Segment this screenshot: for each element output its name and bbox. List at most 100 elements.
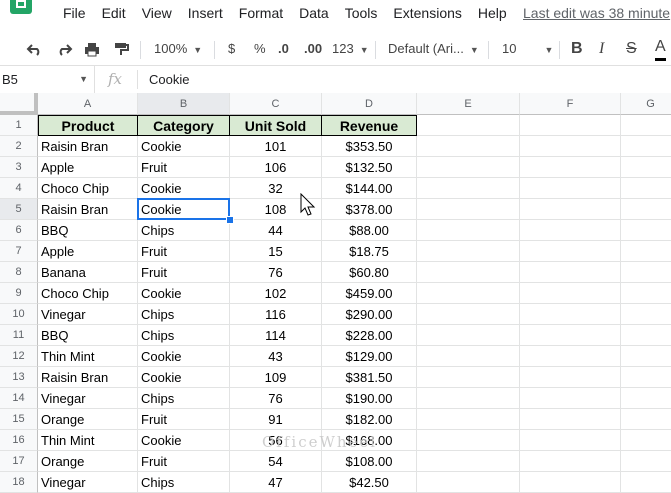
data-cell[interactable]: Raisin Bran <box>38 199 138 220</box>
data-cell[interactable]: $290.00 <box>322 304 417 325</box>
last-edit-link[interactable]: Last edit was 38 minute <box>523 5 670 21</box>
empty-cell[interactable] <box>621 199 671 220</box>
data-cell[interactable]: $132.50 <box>322 157 417 178</box>
empty-cell[interactable] <box>520 388 621 409</box>
more-formats-select[interactable]: 123 ▼ <box>332 33 369 65</box>
data-cell[interactable]: 15 <box>230 241 322 262</box>
column-header-d[interactable]: D <box>322 93 417 115</box>
data-cell[interactable]: BBQ <box>38 220 138 241</box>
data-cell[interactable]: Cookie <box>138 430 230 451</box>
data-cell[interactable]: 114 <box>230 325 322 346</box>
empty-cell[interactable] <box>621 409 671 430</box>
empty-cell[interactable] <box>520 220 621 241</box>
data-cell[interactable]: Choco Chip <box>38 178 138 199</box>
empty-cell[interactable] <box>417 157 520 178</box>
data-cell[interactable]: Vinegar <box>38 472 138 493</box>
row-header[interactable]: 11 <box>0 325 38 346</box>
empty-cell[interactable] <box>417 367 520 388</box>
empty-cell[interactable] <box>520 178 621 199</box>
decrease-decimal-button[interactable]: .0 <box>278 33 289 65</box>
empty-cell[interactable] <box>621 178 671 199</box>
data-cell[interactable]: Raisin Bran <box>38 136 138 157</box>
header-cell[interactable]: Unit Sold <box>230 115 322 136</box>
empty-cell[interactable] <box>417 178 520 199</box>
row-header[interactable]: 15 <box>0 409 38 430</box>
empty-cell[interactable] <box>417 220 520 241</box>
column-header-g[interactable]: G <box>621 93 671 115</box>
data-cell[interactable]: Vinegar <box>38 388 138 409</box>
empty-cell[interactable] <box>621 451 671 472</box>
menu-view[interactable]: View <box>142 5 172 21</box>
empty-cell[interactable] <box>417 472 520 493</box>
data-cell[interactable]: Cookie <box>138 136 230 157</box>
data-cell[interactable]: 106 <box>230 157 322 178</box>
data-cell[interactable]: 44 <box>230 220 322 241</box>
empty-cell[interactable] <box>621 115 671 136</box>
row-header[interactable]: 2 <box>0 136 38 157</box>
data-cell[interactable]: $459.00 <box>322 283 417 304</box>
empty-cell[interactable] <box>417 304 520 325</box>
font-select[interactable]: Default (Ari... ▼ <box>388 33 479 65</box>
data-cell[interactable]: Banana <box>38 262 138 283</box>
row-header[interactable]: 18 <box>0 472 38 493</box>
paint-format-icon[interactable] <box>112 41 130 57</box>
empty-cell[interactable] <box>520 115 621 136</box>
empty-cell[interactable] <box>621 472 671 493</box>
data-cell[interactable]: $108.00 <box>322 451 417 472</box>
zoom-select[interactable]: 100% ▼ <box>154 33 202 65</box>
empty-cell[interactable] <box>520 325 621 346</box>
data-cell[interactable]: 47 <box>230 472 322 493</box>
empty-cell[interactable] <box>621 136 671 157</box>
font-size-select[interactable]: 10 ▼ <box>502 33 553 65</box>
data-cell[interactable]: Vinegar <box>38 304 138 325</box>
empty-cell[interactable] <box>417 136 520 157</box>
data-cell[interactable]: Chips <box>138 220 230 241</box>
fill-handle[interactable] <box>226 216 234 224</box>
row-header[interactable]: 6 <box>0 220 38 241</box>
empty-cell[interactable] <box>520 367 621 388</box>
row-header[interactable]: 1 <box>0 115 38 136</box>
empty-cell[interactable] <box>520 199 621 220</box>
empty-cell[interactable] <box>621 283 671 304</box>
data-cell[interactable]: Chips <box>138 325 230 346</box>
row-header[interactable]: 4 <box>0 178 38 199</box>
data-cell[interactable]: Chips <box>138 472 230 493</box>
data-cell[interactable]: 102 <box>230 283 322 304</box>
strikethrough-button[interactable]: S <box>626 33 637 65</box>
data-cell[interactable]: 43 <box>230 346 322 367</box>
header-cell[interactable]: Category <box>138 115 230 136</box>
empty-cell[interactable] <box>417 115 520 136</box>
empty-cell[interactable] <box>520 430 621 451</box>
empty-cell[interactable] <box>417 430 520 451</box>
name-box[interactable]: B5 ▼ <box>0 66 95 93</box>
data-cell[interactable]: 76 <box>230 262 322 283</box>
data-cell[interactable]: $129.00 <box>322 346 417 367</box>
italic-button[interactable]: I <box>599 33 604 65</box>
data-cell[interactable]: $190.00 <box>322 388 417 409</box>
row-header[interactable]: 12 <box>0 346 38 367</box>
data-cell[interactable]: 101 <box>230 136 322 157</box>
data-cell[interactable]: $353.50 <box>322 136 417 157</box>
menu-data[interactable]: Data <box>299 5 329 21</box>
empty-cell[interactable] <box>621 262 671 283</box>
empty-cell[interactable] <box>520 304 621 325</box>
empty-cell[interactable] <box>520 157 621 178</box>
data-cell[interactable]: $144.00 <box>322 178 417 199</box>
header-cell[interactable]: Product <box>38 115 138 136</box>
column-header-c[interactable]: C <box>230 93 322 115</box>
data-cell[interactable]: $88.00 <box>322 220 417 241</box>
data-cell[interactable]: $378.00 <box>322 199 417 220</box>
undo-icon[interactable] <box>26 41 44 57</box>
menu-help[interactable]: Help <box>478 5 507 21</box>
data-cell[interactable]: Fruit <box>138 451 230 472</box>
data-cell[interactable]: 54 <box>230 451 322 472</box>
empty-cell[interactable] <box>417 388 520 409</box>
data-cell[interactable]: $60.80 <box>322 262 417 283</box>
empty-cell[interactable] <box>417 346 520 367</box>
empty-cell[interactable] <box>520 283 621 304</box>
row-header[interactable]: 13 <box>0 367 38 388</box>
data-cell[interactable]: Fruit <box>138 409 230 430</box>
data-cell[interactable]: Fruit <box>138 157 230 178</box>
data-cell[interactable]: Orange <box>38 451 138 472</box>
column-header-f[interactable]: F <box>520 93 621 115</box>
